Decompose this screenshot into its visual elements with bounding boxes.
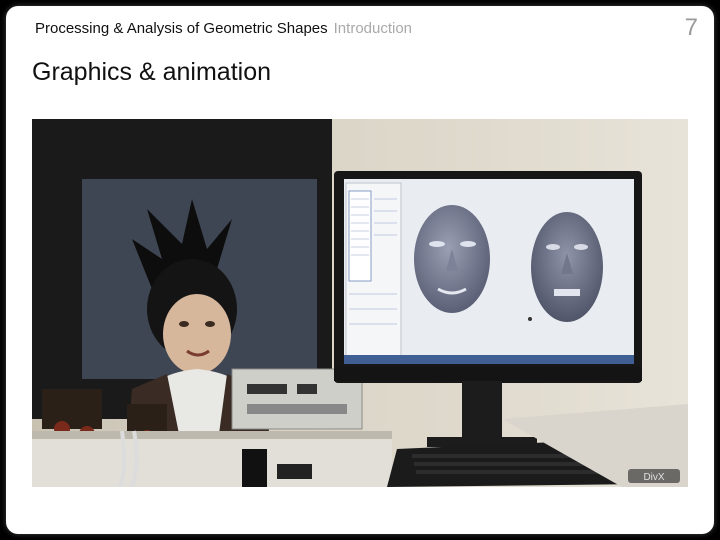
watermark-text: DivX xyxy=(643,472,664,483)
slide: Processing & Analysis of Geometric Shape… xyxy=(6,6,714,534)
slide-header: Processing & Analysis of Geometric Shape… xyxy=(35,20,412,37)
course-title: Processing & Analysis of Geometric Shape… xyxy=(35,20,328,37)
page-number: 7 xyxy=(684,14,698,41)
slide-title: Graphics & animation xyxy=(32,58,272,86)
video-still-photo: DivX xyxy=(32,119,688,487)
section-label: Introduction xyxy=(333,20,413,37)
